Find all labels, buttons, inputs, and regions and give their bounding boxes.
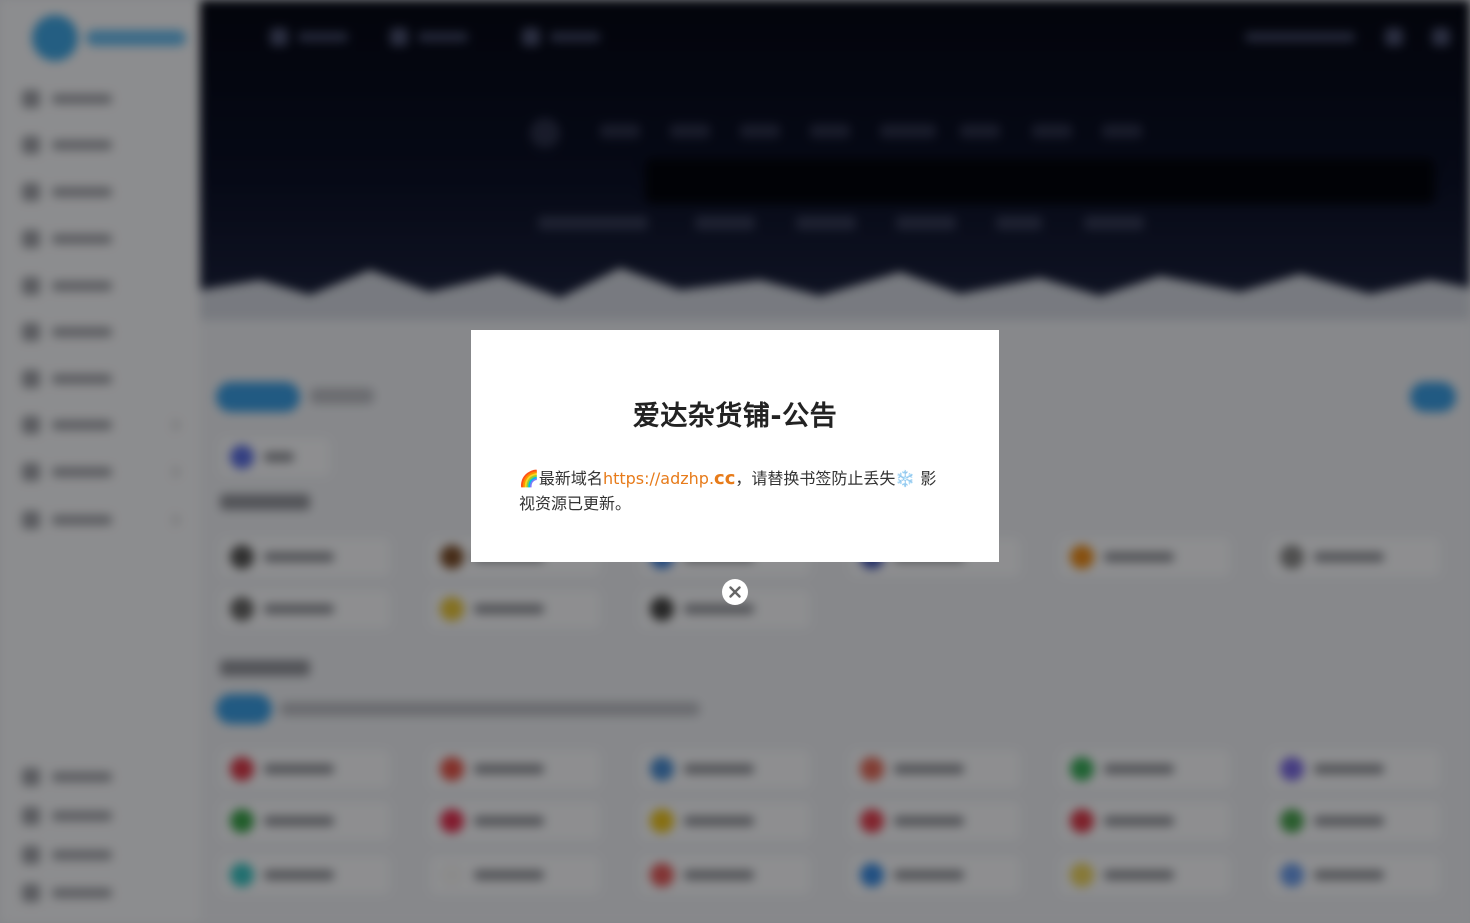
domain-link-main: https://adzhp. bbox=[602, 469, 715, 488]
modal-title: 爱达杂货铺-公告 bbox=[632, 401, 838, 432]
domain-link-tld: cc bbox=[714, 468, 736, 489]
modal-body: 🌈最新域名https://adzhp.cc，请替换书签防止丢失❄️ 影视资源已更… bbox=[519, 466, 949, 516]
domain-link[interactable]: https://adzhp.cc bbox=[602, 468, 736, 489]
rainbow-icon: 🌈 bbox=[519, 469, 539, 488]
close-icon bbox=[729, 586, 741, 598]
announcement-modal: 爱达杂货铺-公告 🌈最新域名https://adzhp.cc，请替换书签防止丢失… bbox=[471, 330, 999, 562]
body-suffix: ，请替换书签防止丢失 bbox=[735, 469, 896, 488]
close-button[interactable] bbox=[722, 579, 748, 605]
body-prefix: 最新域名 bbox=[538, 469, 603, 488]
snowflake-icon: ❄️ bbox=[895, 469, 916, 488]
